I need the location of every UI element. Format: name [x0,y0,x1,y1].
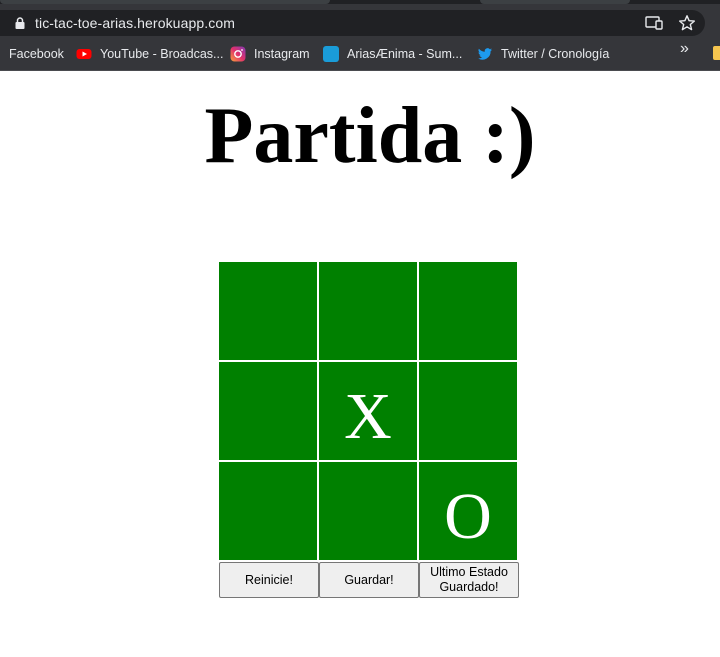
board-cell-6[interactable] [419,362,517,460]
bookmark-facebook[interactable]: Facebook [0,44,64,64]
bookmark-youtube[interactable]: YouTube - Broadcas... [76,44,223,64]
url-text[interactable]: tic-tac-toe-arias.herokuapp.com [35,15,235,31]
reset-button[interactable]: Reinicie! [219,562,319,598]
board-cell-8[interactable] [319,462,417,560]
instagram-icon [230,46,246,62]
board-cell-3[interactable] [419,262,517,360]
twitter-icon [478,48,492,60]
folder-icon[interactable] [713,46,720,60]
address-bar[interactable]: tic-tac-toe-arias.herokuapp.com [0,10,705,36]
board-cell-9[interactable]: O [419,462,517,560]
bookmark-label: YouTube - Broadcas... [100,47,224,61]
board-cell-5[interactable]: X [319,362,417,460]
toolbar: tic-tac-toe-arias.herokuapp.com [0,4,720,38]
bookmark-instagram[interactable]: Instagram [230,44,310,64]
bookmark-label: Instagram [254,47,310,61]
lock-icon[interactable] [14,17,26,29]
cell-mark: X [344,380,392,453]
board-cell-1[interactable] [219,262,317,360]
game-controls: Reinicie! Guardar! Ultimo Estado Guardad… [219,562,519,598]
bookmark-label: AriasÆnima - Sum... [347,47,463,61]
bookmarks-overflow-button[interactable]: » [680,40,689,58]
bookmark-twitter[interactable]: Twitter / Cronología [477,44,609,64]
board-cell-4[interactable] [219,362,317,460]
bookmark-ariasaenima[interactable]: AriasÆnima - Sum... [323,44,462,64]
youtube-icon [76,49,92,59]
tic-tac-toe-board: X O [219,262,519,562]
bookmark-label: Facebook [9,47,64,61]
save-button[interactable]: Guardar! [319,562,419,598]
board-cell-2[interactable] [319,262,417,360]
bookmarks-bar: Facebook YouTube - Broadcas... Instagram… [0,38,720,71]
ariasaenima-icon [323,46,339,62]
bookmark-label: Twitter / Cronología [501,47,610,61]
facebook-icon [0,46,1,62]
cell-mark: O [444,480,492,553]
page-title: Partida :) [204,92,536,180]
star-icon[interactable] [678,14,696,32]
board-cell-7[interactable] [219,462,317,560]
cast-icon[interactable] [645,16,663,30]
last-saved-state-button[interactable]: Ultimo Estado Guardado! [419,562,519,598]
